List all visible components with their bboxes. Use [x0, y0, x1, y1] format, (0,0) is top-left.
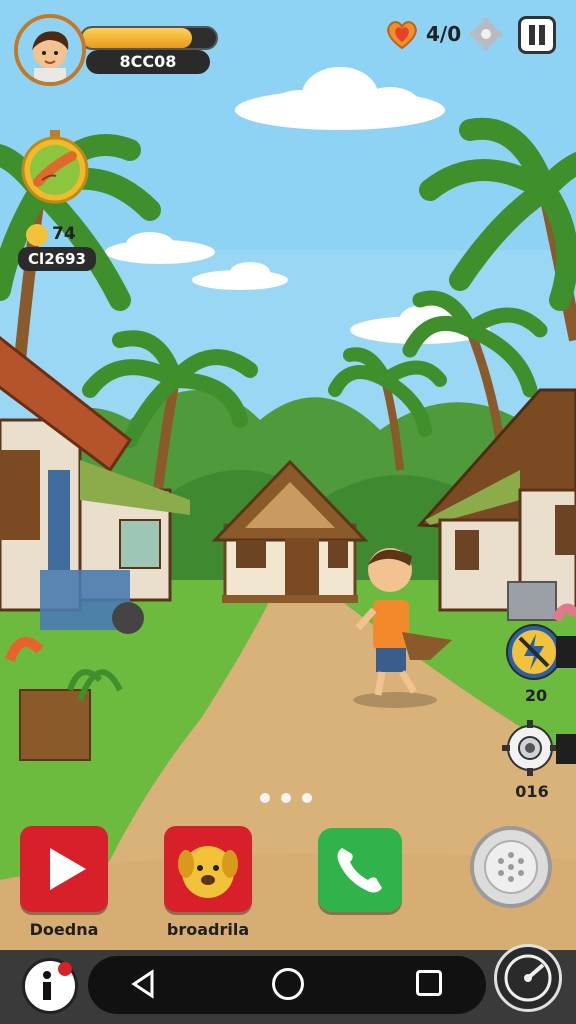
back-icon[interactable] — [128, 968, 158, 1000]
boy-avatar-icon — [18, 18, 82, 82]
coins-counter: 8CC08 — [86, 50, 210, 74]
info-icon[interactable] — [22, 958, 78, 1014]
speedometer-icon[interactable] — [494, 944, 562, 1012]
play-app-button[interactable] — [20, 826, 108, 912]
smile-icon — [26, 224, 48, 246]
side-tab — [556, 734, 576, 764]
phone-icon — [337, 848, 382, 893]
play-icon — [50, 848, 86, 890]
speaker-app-button[interactable] — [470, 826, 552, 908]
app-label: Doedna — [29, 920, 99, 939]
page-dot[interactable] — [281, 793, 291, 803]
side-button-label: 20 — [524, 686, 548, 705]
lives-counter: 4/0 — [426, 22, 462, 46]
recents-icon[interactable] — [416, 970, 442, 996]
phone-app-button[interactable] — [318, 828, 402, 912]
dog-app-button[interactable] — [164, 826, 252, 912]
side-button-label: 016 — [515, 782, 549, 801]
gear-badge-icon[interactable] — [500, 718, 560, 778]
page-dot[interactable] — [302, 793, 312, 803]
dog-icon — [178, 846, 238, 898]
speaker-icon — [484, 840, 538, 894]
home-icon[interactable] — [272, 968, 304, 1000]
pause-icon[interactable] — [518, 16, 556, 54]
score-label: Cl2693 — [18, 247, 96, 271]
xp-bar-fill — [82, 28, 192, 48]
app-label: broadrila — [166, 920, 250, 939]
smile-counter: 74 — [52, 224, 76, 244]
gear-icon[interactable] — [468, 16, 504, 52]
page-dot[interactable] — [260, 793, 270, 803]
xp-bar — [80, 26, 218, 50]
game-screen: 8CC08 4/0 74 Cl2693 20 016 Doedna broadr… — [0, 0, 576, 1024]
lightning-badge-icon[interactable] — [506, 624, 562, 680]
player-avatar[interactable] — [14, 14, 86, 86]
side-tab — [556, 636, 576, 668]
sausage-badge-icon[interactable] — [20, 130, 90, 206]
heart-icon[interactable] — [384, 16, 420, 52]
